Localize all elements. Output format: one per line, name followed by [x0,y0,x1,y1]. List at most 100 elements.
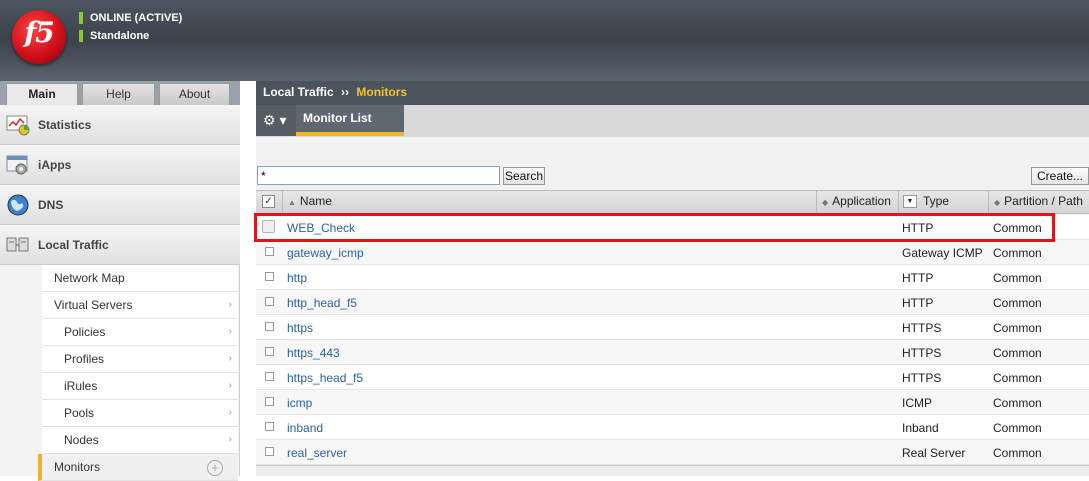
table-row[interactable]: http HTTP Common [256,265,1089,290]
nav-statistics[interactable]: Statistics [0,105,240,145]
create-button[interactable]: Create... [1031,167,1089,185]
row-checkbox[interactable] [265,297,274,306]
gear-menu-button[interactable]: ⚙ ▾ [256,105,296,136]
row-checkbox[interactable] [265,397,274,406]
status-standalone: Standalone [90,30,150,42]
table-row[interactable]: gateway_icmp Gateway ICMP Common [256,240,1089,265]
column-type[interactable]: ▼ Type [898,191,988,213]
monitor-type: HTTP [902,271,934,285]
nav-nodes[interactable]: Nodes › [42,427,238,454]
monitor-partition: Common [993,396,1042,410]
table-row[interactable]: icmp ICMP Common [256,390,1089,415]
chevron-right-icon: › [228,380,232,391]
column-type-label: Type [923,194,950,208]
nav-policies[interactable]: Policies › [42,319,238,346]
monitor-name-link[interactable]: WEB_Check [287,221,355,235]
nav-local-traffic[interactable]: Local Traffic [0,225,240,265]
column-name[interactable]: ▲ Name [282,191,816,213]
table-header: ✓ ▲ Name ◆ Application ▼ Type ◆ Partition / … [256,190,1089,214]
nav-sub-label: Pools [64,406,95,420]
row-checkbox[interactable] [265,372,274,381]
column-application[interactable]: ◆ Application [816,191,898,213]
monitor-type: Inband [902,421,939,435]
chevron-right-icon: › [228,353,232,364]
table-row[interactable]: real_server Real Server Common [256,440,1089,465]
column-partition-label: Partition / Path [1004,194,1083,208]
gear-icon: ⚙ ▾ [263,112,287,128]
monitor-name-link[interactable]: http_head_f5 [287,296,357,310]
monitor-name-link[interactable]: gateway_icmp [287,246,364,260]
select-all-checkbox[interactable]: ✓ [262,195,275,208]
monitor-type: HTTP [902,221,934,235]
table-row[interactable]: http_head_f5 HTTP Common [256,290,1089,315]
sort-asc-icon: ▲ [288,198,296,207]
monitor-partition: Common [993,421,1042,435]
search-input[interactable] [257,166,500,185]
row-checkbox[interactable] [265,322,274,331]
top-header: f5 ONLINE (ACTIVE) Standalone [0,0,1089,81]
tab-help[interactable]: Help [82,83,155,105]
nav-sub-label: Policies [64,325,106,339]
tab-main[interactable]: Main [6,83,78,106]
nav-monitors[interactable]: Monitors + [38,454,238,481]
monitor-toolbar: ⚙ ▾ Monitor List [256,105,1089,137]
row-checkbox[interactable] [265,247,274,256]
chevron-right-icon: › [228,434,232,445]
status-indicator [79,12,83,24]
nav-sub-label: Profiles [64,352,105,366]
table-row[interactable]: https HTTPS Common [256,315,1089,340]
nav-network-map[interactable]: Network Map [42,265,238,292]
row-checkbox[interactable] [265,422,274,431]
monitor-name-link[interactable]: https_443 [287,346,340,360]
nav-dns[interactable]: DNS [0,185,240,225]
status-indicator [79,30,83,42]
column-partition[interactable]: ◆ Partition / Path [988,191,1089,213]
nav-label: DNS [38,198,64,212]
nav-iapps[interactable]: iApps [0,145,240,185]
device-status: ONLINE (ACTIVE) Standalone [79,10,182,46]
nav-sub-label: Nodes [64,433,99,447]
nav-pools[interactable]: Pools › [42,400,238,427]
search-button[interactable]: Search [503,167,545,185]
row-checkbox[interactable] [265,447,274,456]
monitor-name-link[interactable]: https_head_f5 [287,371,363,385]
table-footer [256,465,1089,476]
column-application-label: Application [832,194,891,208]
breadcrumb-parent[interactable]: Local Traffic [263,85,334,99]
table-row[interactable]: WEB_Check HTTP Common [256,215,1089,240]
nav-virtual-servers[interactable]: Virtual Servers › [42,292,238,319]
table-row[interactable]: https_head_f5 HTTPS Common [256,365,1089,390]
row-checkbox[interactable] [262,220,275,233]
table-row[interactable]: https_443 HTTPS Common [256,340,1089,365]
nav-label: iApps [38,158,72,172]
logo-text: f5 [24,16,55,49]
breadcrumb-current: Monitors [356,85,408,99]
statistics-chart-icon [6,115,30,136]
row-checkbox[interactable] [265,347,274,356]
monitor-name-link[interactable]: https [287,321,313,335]
monitor-partition: Common [993,271,1042,285]
sort-icon: ◆ [822,198,829,207]
tab-about[interactable]: About [159,83,230,105]
nav-irules[interactable]: iRules › [42,373,238,400]
monitor-partition: Common [993,221,1042,235]
add-circle-icon[interactable]: + [207,460,223,476]
nav-sub-label: Network Map [54,271,125,285]
nav-sub-label: Monitors [54,460,101,474]
monitor-name-link[interactable]: real_server [287,446,347,460]
table-row[interactable]: inband Inband Common [256,415,1089,440]
local-traffic-icon [6,237,29,252]
monitor-name-link[interactable]: http [287,271,307,285]
nav-profiles[interactable]: Profiles › [42,346,238,373]
monitor-name-link[interactable]: icmp [287,396,312,410]
chevron-right-icon: › [228,407,232,418]
f5-logo[interactable]: f5 [12,10,66,64]
row-checkbox[interactable] [265,272,274,281]
monitor-type: Real Server [902,446,966,460]
chevron-right-icon: › [228,326,232,337]
tab-monitor-list[interactable]: Monitor List [296,105,404,136]
monitor-name-link[interactable]: inband [287,421,323,435]
monitor-partition: Common [993,246,1042,260]
chevron-right-icon: › [228,299,232,310]
filter-dropdown-icon[interactable]: ▼ [903,195,917,209]
